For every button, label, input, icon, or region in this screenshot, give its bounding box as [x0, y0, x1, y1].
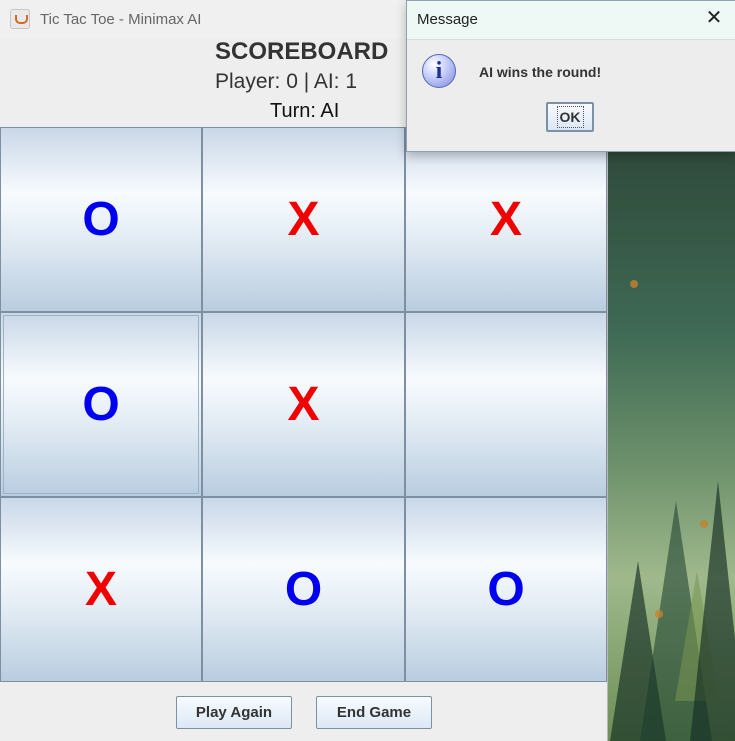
- window-title: Tic Tac Toe - Minimax AI: [40, 10, 202, 28]
- board-cell[interactable]: X: [405, 127, 607, 312]
- board-cell[interactable]: X: [0, 497, 202, 682]
- ok-button-label: OK: [556, 106, 584, 128]
- board-cell[interactable]: O: [202, 497, 405, 682]
- ok-button[interactable]: OK: [546, 102, 594, 132]
- dialog-message: AI wins the round!: [479, 64, 602, 80]
- leaf-shape: [700, 520, 708, 528]
- board-cell[interactable]: O: [405, 497, 607, 682]
- board-cell[interactable]: O: [0, 312, 202, 497]
- board-cell[interactable]: O: [0, 127, 202, 312]
- dialog-title: Message: [417, 11, 478, 28]
- dialog-titlebar: Message ✕: [407, 1, 735, 40]
- tree-shape: [690, 481, 735, 741]
- leaf-shape: [655, 610, 663, 618]
- controls-bar: Play Again End Game: [0, 682, 607, 741]
- play-again-button[interactable]: Play Again: [176, 696, 292, 729]
- score-text: Player: 0 | AI: 1: [215, 70, 358, 93]
- end-game-button[interactable]: End Game: [316, 696, 432, 729]
- game-board: O X X O X X O O: [0, 127, 607, 682]
- board-cell[interactable]: [405, 312, 607, 497]
- leaf-shape: [630, 280, 638, 288]
- message-dialog: Message ✕ i AI wins the round! OK: [406, 0, 735, 152]
- java-app-icon: [10, 9, 30, 29]
- board-cell[interactable]: X: [202, 312, 405, 497]
- board-cell[interactable]: X: [202, 127, 405, 312]
- close-icon[interactable]: ✕: [705, 8, 723, 28]
- turn-indicator: Turn: AI: [270, 100, 340, 122]
- info-icon: i: [422, 54, 456, 88]
- scoreboard-title: SCOREBOARD: [215, 38, 389, 65]
